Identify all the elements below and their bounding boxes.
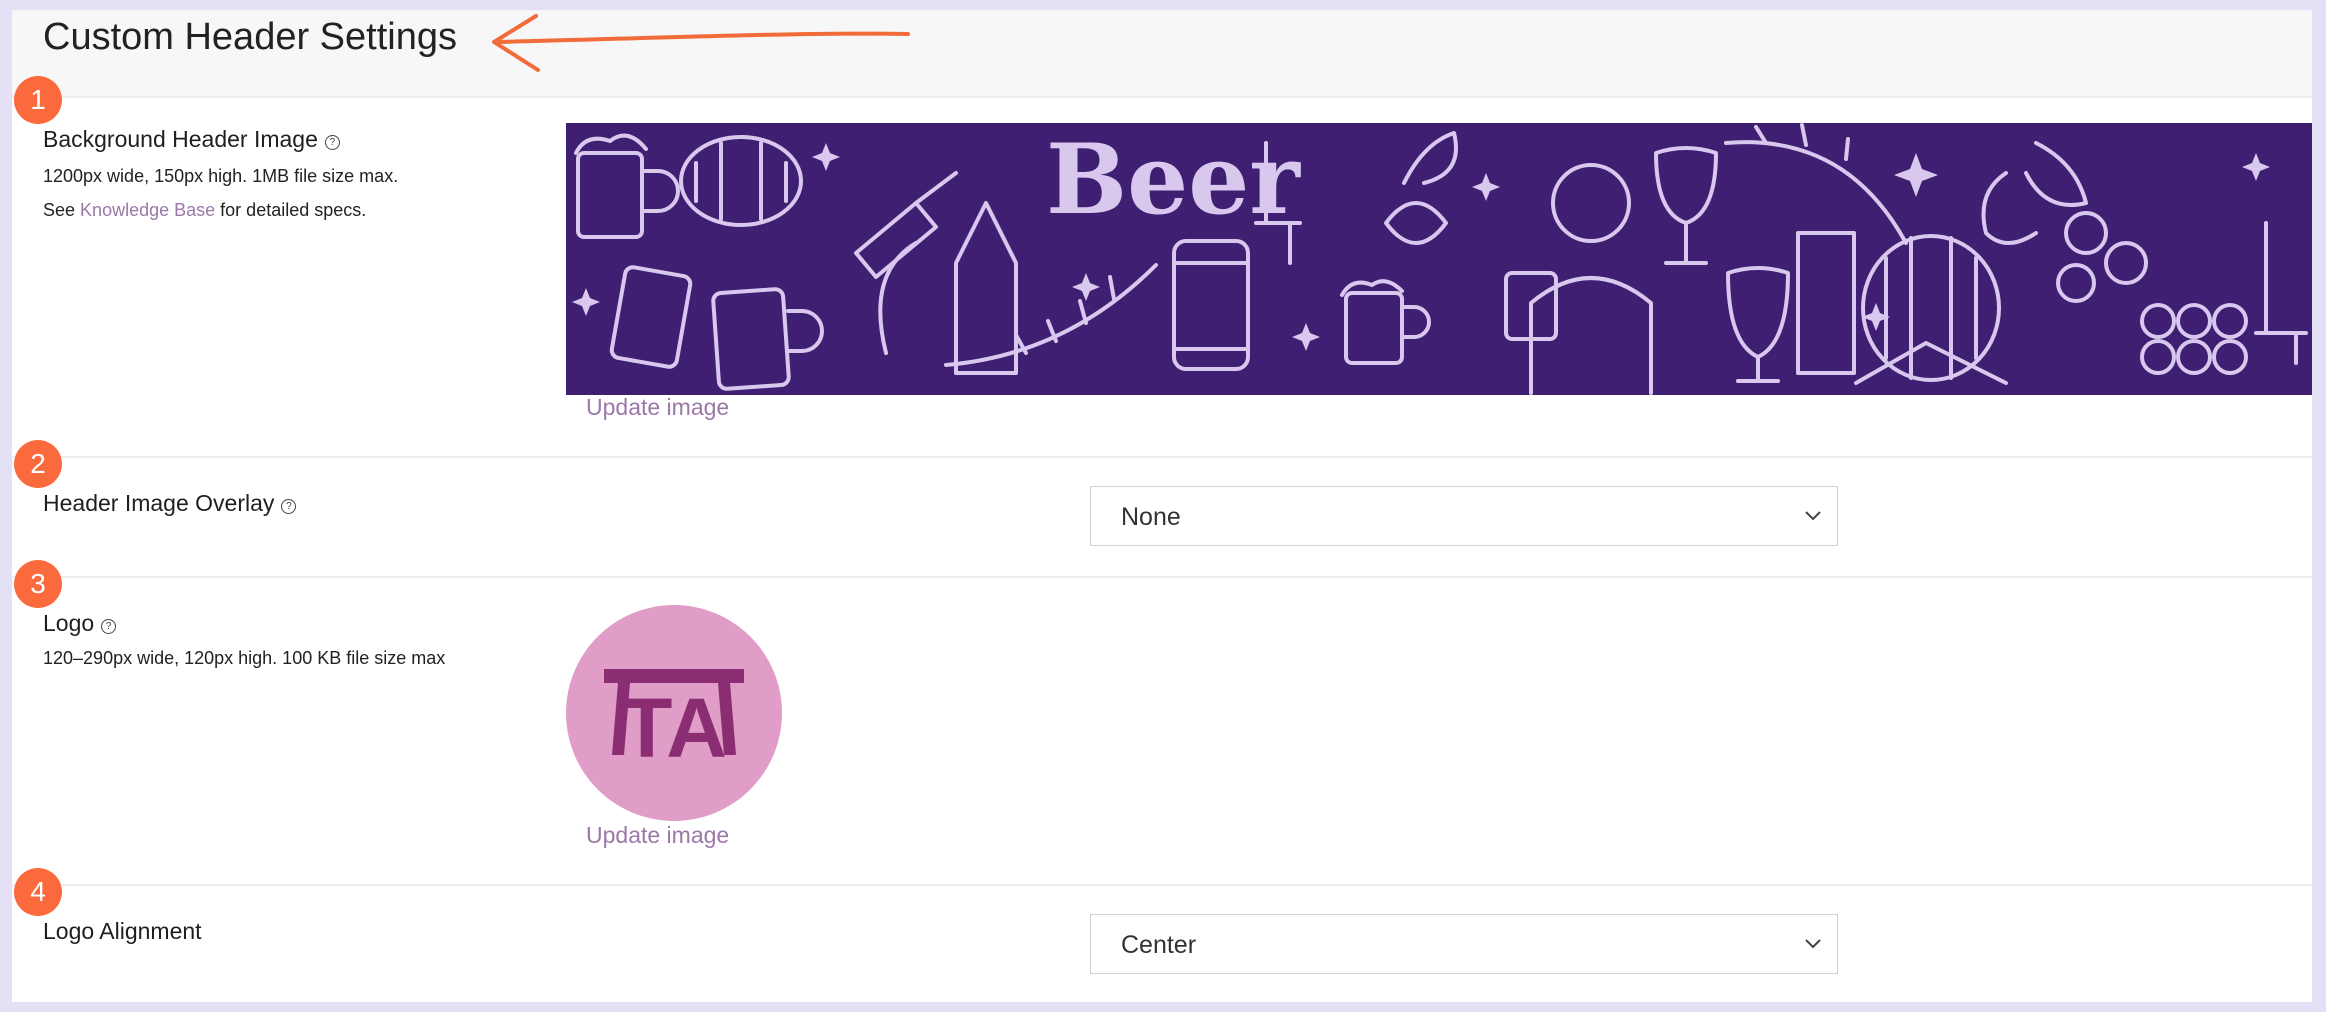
logo-mark: TA	[604, 669, 744, 775]
header-overlay-label-text: Header Image Overlay	[43, 490, 275, 516]
step-badge-4: 4	[14, 868, 62, 916]
logo-image: TA	[566, 605, 782, 821]
logo-alignment-select[interactable]: Center	[1090, 914, 1838, 974]
header-overlay-label: Header Image Overlay?	[43, 490, 297, 517]
knowledge-base-link[interactable]: Knowledge Base	[80, 200, 215, 220]
header-overlay-selected-value: None	[1121, 503, 1181, 531]
svg-text:Beer: Beer	[1046, 123, 1301, 236]
logo-size-hint: 120–290px wide, 120px high. 100 KB file …	[43, 648, 446, 668]
update-logo-image-link[interactable]: Update image	[586, 822, 729, 849]
section-divider	[12, 576, 2312, 578]
step-badge-2: 2	[14, 440, 62, 488]
question-circle-icon[interactable]: ?	[324, 135, 340, 150]
logo-label: Logo?	[43, 610, 117, 637]
question-circle-icon[interactable]: ?	[101, 619, 117, 634]
background-header-image: Beer	[566, 123, 2312, 395]
header-overlay-select[interactable]: None	[1090, 486, 1838, 546]
specs-after-text: for detailed specs.	[220, 200, 367, 220]
logo-alignment-label: Logo Alignment	[43, 918, 202, 944]
section-divider	[12, 456, 2312, 458]
logo-alignment-selected-value: Center	[1121, 931, 1197, 959]
question-circle-icon[interactable]: ?	[281, 499, 297, 514]
background-image-size-hint: 1200px wide, 150px high. 1MB file size m…	[43, 166, 399, 186]
specs-see-text: See	[43, 200, 76, 220]
step-badge-3: 3	[14, 560, 62, 608]
chevron-down-icon	[1805, 939, 1821, 949]
beer-illustration: Beer	[572, 123, 2308, 395]
settings-panel: Custom Header Settings 1 Background Head…	[12, 10, 2312, 1002]
update-background-image-link[interactable]: Update image	[586, 394, 729, 421]
background-image-specs-hint: See Knowledge Base for detailed specs.	[43, 200, 366, 221]
background-image-label-text: Background Header Image	[43, 126, 318, 152]
panel-header: Custom Header Settings	[12, 10, 2312, 98]
step-badge-1: 1	[14, 76, 62, 124]
section-divider	[12, 884, 2312, 886]
logo-label-text: Logo	[43, 610, 95, 636]
chevron-down-icon	[1805, 511, 1821, 521]
page-title: Custom Header Settings	[43, 16, 457, 58]
logo-text: TA	[621, 681, 727, 775]
background-image-label: Background Header Image?	[43, 126, 340, 153]
annotation-arrow-icon	[492, 14, 910, 72]
